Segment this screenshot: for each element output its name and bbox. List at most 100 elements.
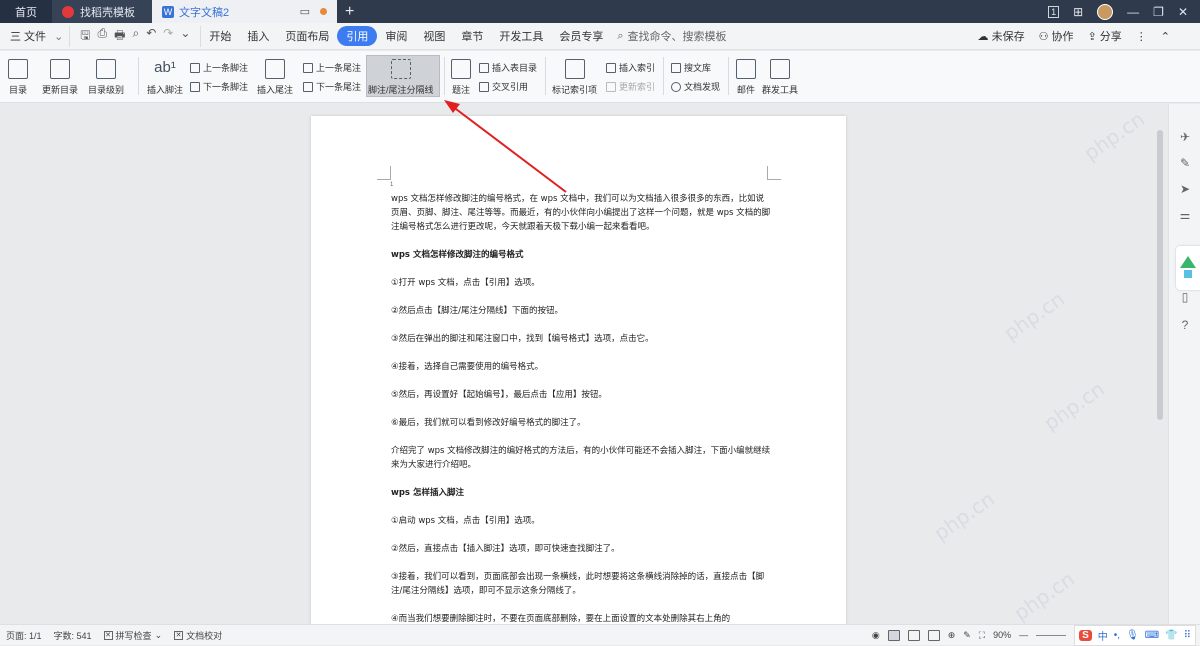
draw-icon[interactable]: ✎ <box>963 630 971 641</box>
update-index-button: 更新索引 <box>606 80 655 93</box>
punct-icon[interactable]: •, <box>1114 630 1120 641</box>
word-count[interactable]: 字数: 541 <box>48 629 98 642</box>
document-page[interactable]: 1 wps 文档怎样修改脚注的编号格式，在 wps 文档中，我们可以为文档插入很… <box>311 116 846 624</box>
print-icon[interactable]: 🖶 <box>114 26 125 47</box>
spellcheck-toggle[interactable]: ✕ 拼写检查 ⌄ <box>98 629 169 642</box>
footnote-separator-button[interactable]: 脚注/尾注分隔线 <box>368 55 434 96</box>
keyboard-icon[interactable]: ⌨ <box>1145 630 1159 641</box>
menu-item-start[interactable]: 开始 <box>201 28 239 44</box>
tools-icon[interactable]: ⠿ <box>1184 630 1191 641</box>
next-endnote-button[interactable]: 下一条尾注 <box>303 80 361 93</box>
mark-index-button[interactable]: 标记索引项 <box>552 55 597 96</box>
collab-button[interactable]: ⚇ 协作 <box>1039 28 1074 44</box>
redo-icon[interactable]: ↷ <box>163 26 173 47</box>
mail-button[interactable]: 邮件 <box>736 55 756 96</box>
insert-index-button[interactable]: 插入索引 <box>606 61 655 74</box>
share-button[interactable]: ⇪ 分享 <box>1088 28 1122 44</box>
next-footnote-button[interactable]: 下一条脚注 <box>190 80 248 93</box>
sogou-logo: S <box>1079 629 1092 641</box>
menu-item-developer[interactable]: 开发工具 <box>491 28 551 44</box>
caption-button[interactable]: 题注 <box>451 55 471 96</box>
minimize-button[interactable]: — <box>1127 5 1139 19</box>
print-preview-icon[interactable]: ⌕ <box>132 26 139 47</box>
ribbon-divider <box>728 57 729 95</box>
menu-item-insert[interactable]: 插入 <box>239 28 277 44</box>
doc-discovery-button[interactable]: 文档发现 <box>671 80 720 93</box>
chevron-down-icon[interactable]: ⌄ <box>54 30 63 43</box>
menu-item-references[interactable]: 引用 <box>337 26 378 46</box>
ribbon-divider <box>138 57 139 95</box>
skin-icon[interactable]: 👕 <box>1165 630 1177 641</box>
new-tab-button[interactable]: + <box>337 0 362 23</box>
group-tools-button[interactable]: 群发工具 <box>762 55 798 96</box>
title-tab-bar: 首页 找稻壳模板 W 文字文稿2 ▭ + 1 ⊞ — ❐ ✕ <box>0 0 1200 23</box>
page-indicator[interactable]: 页面: 1/1 <box>0 629 48 642</box>
more-options-icon[interactable]: ⋮ <box>1136 30 1147 43</box>
menu-item-layout[interactable]: 页面布局 <box>277 28 337 44</box>
book-icon[interactable]: ▯ <box>1178 290 1192 304</box>
document-workspace[interactable]: php.cn php.cn php.cn php.cn php.cn 1 wps… <box>0 104 1156 624</box>
toc-level-button[interactable]: 目录级别 <box>88 55 124 96</box>
grid-icon[interactable]: ⊞ <box>1073 5 1083 19</box>
rocket-icon[interactable]: ✈ <box>1178 130 1192 144</box>
more-icon[interactable]: ⌄ <box>180 26 190 47</box>
ribbon-divider <box>545 57 546 95</box>
tab-popout-icon[interactable]: ▭ <box>300 5 310 18</box>
menu-item-review[interactable]: 审阅 <box>377 28 415 44</box>
restore-button[interactable]: ❐ <box>1153 5 1164 19</box>
cross-reference-button[interactable]: 交叉引用 <box>479 80 528 93</box>
page-count-icon[interactable]: 1 <box>1048 5 1060 18</box>
zoom-level[interactable]: 90% <box>993 630 1011 640</box>
heading-modify-footnote: wps 文档怎样修改脚注的编号格式 <box>391 250 524 260</box>
toc-button[interactable]: 目录 <box>8 55 28 96</box>
update-toc-button[interactable]: 更新目录 <box>42 55 78 96</box>
avatar[interactable] <box>1097 3 1114 20</box>
document-body[interactable]: wps 文档怎样修改脚注的编号格式，在 wps 文档中，我们可以为文档插入很多很… <box>391 192 771 624</box>
outline-view-icon[interactable] <box>907 629 920 641</box>
unsaved-button[interactable]: ☁ 未保存 <box>978 28 1025 44</box>
tab-home[interactable]: 首页 <box>0 0 52 23</box>
page-view-icon[interactable] <box>887 629 900 641</box>
export-pdf-icon[interactable]: ⎙ <box>98 26 108 47</box>
watermark: php.cn <box>1009 566 1079 624</box>
menu-item-view[interactable]: 视图 <box>415 28 453 44</box>
pen-icon[interactable]: ✎ <box>1178 156 1192 170</box>
unsaved-label: 未保存 <box>991 31 1025 43</box>
search-library-button[interactable]: 搜文库 <box>671 61 711 74</box>
mark-index-icon <box>564 59 585 79</box>
vertical-scrollbar[interactable] <box>1157 130 1163 420</box>
insert-footnote-button[interactable]: ab¹ 插入脚注 <box>147 55 183 96</box>
settings-sliders-icon[interactable]: ⚌ <box>1178 208 1192 222</box>
eye-icon[interactable]: ◉ <box>872 630 880 641</box>
status-right: ◉ ⊕ ✎ ⛶ 90% — S 中 •, 🎙 ⌨ 👕 ⠿ <box>872 624 1200 646</box>
proofread-button[interactable]: ✕ 文档校对 <box>168 629 228 642</box>
tab-template[interactable]: 找稻壳模板 <box>52 0 152 23</box>
cross-reference-icon <box>479 81 489 92</box>
help-icon[interactable]: ? <box>1178 318 1192 332</box>
command-search[interactable]: ⌕ 查找命令、搜索模板 <box>617 28 726 44</box>
cursor-icon[interactable]: ➤ <box>1178 182 1192 196</box>
prev-endnote-button[interactable]: 上一条尾注 <box>303 61 361 74</box>
zoom-slider[interactable] <box>1036 634 1067 636</box>
reading-view-icon[interactable] <box>927 629 940 641</box>
insert-table-of-figures-button[interactable]: 插入表目录 <box>479 61 537 74</box>
step-paragraph: ①启动 wps 文档，点击【引用】选项。 <box>391 516 540 526</box>
next-endnote-icon <box>303 81 313 92</box>
prev-footnote-button[interactable]: 上一条脚注 <box>190 61 248 74</box>
ime-toolbar[interactable]: S 中 •, 🎙 ⌨ 👕 ⠿ <box>1074 624 1196 646</box>
tab-document[interactable]: W 文字文稿2 ▭ <box>152 0 337 23</box>
undo-icon[interactable]: ↶ <box>146 26 156 47</box>
mic-icon[interactable]: 🎙 <box>1126 630 1139 641</box>
side-panel-tab[interactable] <box>1176 246 1200 290</box>
web-view-icon[interactable]: ⊕ <box>948 630 956 641</box>
insert-endnote-button[interactable]: 插入尾注 <box>257 55 293 96</box>
file-menu[interactable]: 三 文件 <box>0 28 54 44</box>
collapse-ribbon-icon[interactable]: ⌃ <box>1161 30 1170 43</box>
ime-language[interactable]: 中 <box>1098 628 1108 643</box>
close-button[interactable]: ✕ <box>1178 5 1188 19</box>
fit-page-icon[interactable]: ⛶ <box>979 630 985 641</box>
menu-item-section[interactable]: 章节 <box>453 28 491 44</box>
save-icon[interactable]: 🖫 <box>80 26 90 47</box>
menu-item-member[interactable]: 会员专享 <box>551 28 611 44</box>
zoom-out-icon[interactable]: — <box>1019 630 1028 640</box>
